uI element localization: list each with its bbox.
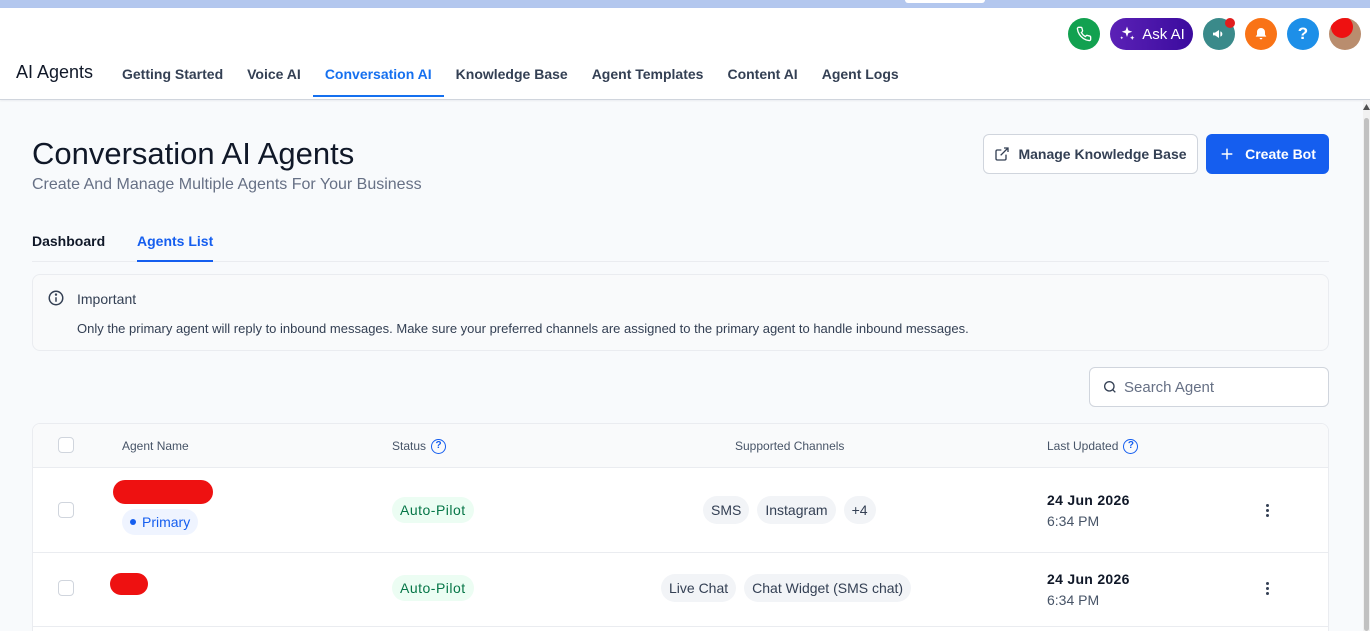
nav-tab-knowledge-base[interactable]: Knowledge Base	[444, 54, 580, 100]
redacted-agent-name	[113, 480, 213, 504]
updated-time: 6:34 PM	[1047, 513, 1100, 529]
ask-ai-label: Ask AI	[1142, 25, 1185, 43]
col-last-updated[interactable]: Last Updated?	[1047, 424, 1139, 468]
row-actions-menu-icon[interactable]	[1259, 502, 1275, 518]
external-link-icon	[995, 147, 1010, 161]
channel-chip: Chat Widget (SMS chat)	[744, 574, 912, 602]
nav-tab-voice-ai[interactable]: Voice AI	[235, 54, 313, 100]
redacted-agent-name	[110, 573, 148, 595]
bell-icon	[1255, 28, 1267, 40]
scroll-up-arrow[interactable]	[1363, 104, 1370, 114]
table-header: Agent Name Status? Supported Channels La…	[33, 424, 1328, 468]
col-agent-name-label: Agent Name	[122, 439, 189, 453]
alert-body: Only the primary agent will reply to inb…	[77, 321, 969, 336]
table-row[interactable]: Primary Auto-Pilot SMS Instagram +4 24 J…	[33, 468, 1328, 553]
main-nav: Getting Started Voice AI Conversation AI…	[110, 54, 911, 100]
manage-knowledge-base-label: Manage Knowledge Base	[1018, 146, 1187, 162]
row-checkbox[interactable]	[58, 502, 74, 518]
plus-icon	[1221, 148, 1233, 160]
col-agent-name[interactable]: Agent Name	[122, 424, 189, 468]
subtab-dashboard[interactable]: Dashboard	[32, 222, 105, 262]
browser-top-strip	[0, 0, 1370, 8]
channel-chip: Live Chat	[661, 574, 737, 602]
channel-chip: SMS	[703, 496, 750, 524]
col-channels-label: Supported Channels	[735, 439, 845, 453]
status-help-icon[interactable]: ?	[431, 438, 447, 454]
more-channels-chip[interactable]: +4	[843, 496, 876, 524]
ask-ai-button[interactable]: Ask AI	[1110, 18, 1193, 50]
last-updated-help-icon[interactable]: ?	[1123, 438, 1139, 454]
primary-dot	[130, 519, 136, 525]
col-status-label: Status	[392, 439, 427, 453]
phone-icon	[1076, 26, 1092, 42]
nav-tab-agent-logs[interactable]: Agent Logs	[810, 54, 911, 100]
status-badge: Auto-Pilot	[392, 575, 474, 601]
primary-badge: Primary	[122, 509, 199, 535]
updated-date: 24 Jun 2026	[1047, 492, 1130, 508]
avatar[interactable]	[1329, 18, 1361, 50]
create-bot-label: Create Bot	[1245, 146, 1316, 162]
agents-table: Agent Name Status? Supported Channels La…	[32, 423, 1329, 631]
important-alert: Important Only the primary agent will re…	[32, 274, 1329, 351]
help-button[interactable]: ?	[1287, 18, 1319, 50]
nav-tab-content-ai[interactable]: Content AI	[715, 54, 809, 100]
col-supported-channels[interactable]: Supported Channels	[735, 424, 844, 468]
table-row[interactable]: Auto-Pilot Live Chat Chat Widget (SMS ch…	[33, 553, 1328, 627]
select-all-checkbox[interactable]	[58, 437, 74, 453]
nav-tab-getting-started[interactable]: Getting Started	[110, 54, 235, 100]
info-icon	[48, 290, 64, 306]
channel-chips: SMS Instagram +4	[703, 496, 876, 524]
scrollbar-thumb[interactable]	[1364, 118, 1369, 631]
notification-dot	[1225, 18, 1235, 28]
row-actions-menu-icon[interactable]	[1259, 580, 1275, 596]
page-title: Conversation AI Agents	[32, 136, 355, 171]
search-agent-field[interactable]	[1089, 367, 1329, 407]
page-subtitle: Create And Manage Multiple Agents For Yo…	[32, 176, 422, 193]
nav-tab-agent-templates[interactable]: Agent Templates	[580, 54, 716, 100]
channel-chips: Live Chat Chat Widget (SMS chat)	[661, 574, 912, 602]
col-status[interactable]: Status?	[392, 424, 447, 468]
col-last-updated-label: Last Updated	[1047, 439, 1119, 453]
subtab-agents-list[interactable]: Agents List	[137, 222, 214, 262]
search-input[interactable]	[1124, 378, 1314, 396]
search-icon	[1104, 381, 1116, 393]
phone-button[interactable]	[1068, 18, 1100, 50]
status-badge: Auto-Pilot	[392, 497, 474, 523]
subtabs: Dashboard Agents List	[32, 222, 1329, 262]
sparkle-icon	[1120, 26, 1135, 40]
app-header: Ask AI ? AI Agents Getting Started Voice…	[0, 8, 1370, 100]
updated-time: 6:34 PM	[1047, 592, 1100, 608]
alert-title: Important	[77, 291, 137, 307]
notifications-button[interactable]	[1245, 18, 1277, 50]
primary-badge-label: Primary	[142, 514, 191, 530]
avatar-redaction	[1331, 18, 1353, 38]
strip-nub	[905, 0, 985, 3]
help-icon: ?	[1297, 24, 1309, 43]
nav-tab-conversation-ai[interactable]: Conversation AI	[312, 54, 444, 100]
megaphone-icon	[1213, 30, 1223, 38]
row-checkbox[interactable]	[58, 580, 74, 596]
manage-knowledge-base-button[interactable]: Manage Knowledge Base	[983, 134, 1198, 174]
create-bot-button[interactable]: Create Bot	[1206, 134, 1329, 174]
channel-chip: Instagram	[757, 496, 836, 524]
updated-date: 24 Jun 2026	[1047, 571, 1130, 587]
app-title: AI Agents	[16, 62, 94, 82]
